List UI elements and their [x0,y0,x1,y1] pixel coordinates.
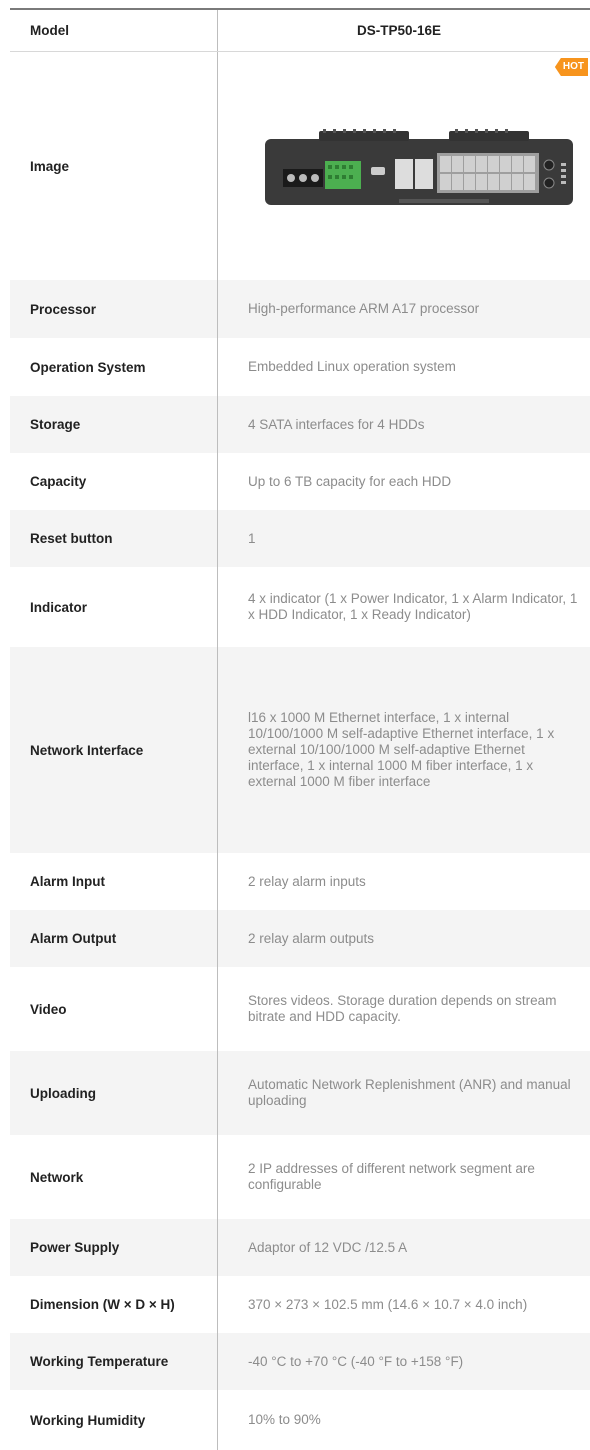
spec-row: Processor High-performance ARM A17 proce… [10,280,590,338]
spec-label: Video [10,967,218,1051]
spec-label: Dimension (W × D × H) [10,1276,218,1333]
spec-value: 2 relay alarm outputs [248,930,375,946]
spec-table: Model DS-TP50-16E Image HOT Processor Hi… [10,8,590,1450]
spec-label: Capacity [10,453,218,510]
model-label: Model [10,10,218,51]
spec-label: Storage [10,396,218,453]
spec-row: Capacity Up to 6 TB capacity for each HD… [10,453,590,510]
spec-value: Adaptor of 12 VDC /12.5 A [248,1239,408,1255]
product-image [265,129,573,205]
spec-value: 10% to 90% [248,1412,321,1427]
spec-value: 4 SATA interfaces for 4 HDDs [248,416,425,432]
spec-value: High-performance ARM A17 processor [248,301,480,316]
spec-label: Uploading [10,1051,218,1135]
spec-value: 4 x indicator (1 x Power Indicator, 1 x … [248,591,578,622]
spec-value: -40 °C to +70 °C (-40 °F to +158 °F) [248,1353,464,1369]
spec-row: Video Stores videos. Storage duration de… [10,967,590,1051]
spec-label: Power Supply [10,1219,218,1276]
spec-label: Alarm Input [10,853,218,910]
spec-value: l16 x 1000 M Ethernet interface, 1 x int… [248,710,555,789]
spec-label: Operation System [10,338,218,396]
spec-row: Reset button 1 [10,510,590,567]
spec-label: Processor [10,280,218,338]
spec-row: Alarm Input 2 relay alarm inputs [10,853,590,910]
spec-label: Network Interface [10,647,218,853]
spec-row: Storage 4 SATA interfaces for 4 HDDs [10,396,590,453]
spec-value: 2 IP addresses of different network segm… [248,1161,535,1192]
spec-value: Embedded Linux operation system [248,359,456,374]
spec-label: Alarm Output [10,910,218,967]
spec-row: Indicator 4 x indicator (1 x Power Indic… [10,567,590,647]
image-row: Image HOT [10,52,590,280]
spec-row: Alarm Output 2 relay alarm outputs [10,910,590,967]
spec-row: Network Interface l16 x 1000 M Ethernet … [10,647,590,853]
spec-row: Uploading Automatic Network Replenishmen… [10,1051,590,1135]
spec-value: 370 × 273 × 102.5 mm (14.6 × 10.7 × 4.0 … [248,1296,528,1312]
spec-value: Automatic Network Replenishment (ANR) an… [248,1077,571,1108]
spec-value: 2 relay alarm inputs [248,873,366,889]
hot-badge: HOT [554,58,588,76]
spec-label: Working Humidity [10,1390,218,1450]
image-cell: HOT [218,52,590,280]
spec-value: Stores videos. Storage duration depends … [248,993,557,1024]
spec-label: Indicator [10,567,218,647]
spec-label: Reset button [10,510,218,567]
spec-value: 1 [248,530,256,546]
spec-value: Up to 6 TB capacity for each HDD [248,473,452,489]
spec-row: Operation System Embedded Linux operatio… [10,338,590,396]
spec-row: Working Temperature -40 °C to +70 °C (-4… [10,1333,590,1390]
spec-row: Dimension (W × D × H) 370 × 273 × 102.5 … [10,1276,590,1333]
spec-row: Working Humidity 10% to 90% [10,1390,590,1450]
spec-label: Working Temperature [10,1333,218,1390]
spec-label: Network [10,1135,218,1219]
model-row: Model DS-TP50-16E [10,10,590,52]
model-value: DS-TP50-16E [356,22,442,38]
spec-row: Network 2 IP addresses of different netw… [10,1135,590,1219]
image-label: Image [10,52,218,280]
spec-row: Power Supply Adaptor of 12 VDC /12.5 A [10,1219,590,1276]
